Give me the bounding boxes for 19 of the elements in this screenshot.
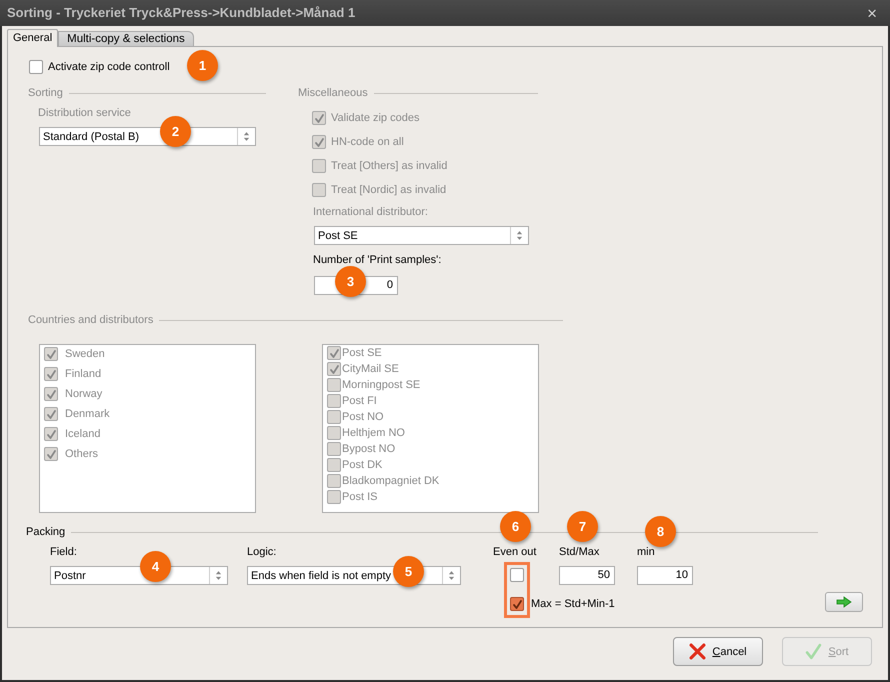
section-heading: Countries and distributors xyxy=(28,313,154,327)
section-heading: Packing xyxy=(26,525,66,539)
checkbox-label: Validate zip codes xyxy=(331,111,420,125)
checkbox-label: HN-code on all xyxy=(331,135,404,149)
field-label: min xyxy=(637,545,655,559)
field-label: Number of 'Print samples': xyxy=(313,253,442,267)
section-heading: Miscellaneous xyxy=(298,86,368,100)
field-label: Even out xyxy=(493,545,536,559)
checkbox-label: Activate zip code controll xyxy=(48,60,170,74)
checkbox-label: Treat [Nordic] as invalid xyxy=(331,183,446,197)
field-label: Std/Max xyxy=(559,545,600,559)
field-label: Field: xyxy=(50,545,77,559)
field-label: International distributor: xyxy=(313,205,428,219)
field-label: Logic: xyxy=(247,545,276,559)
checkbox-label: Max = Std+Min-1 xyxy=(531,597,615,611)
window-title: Sorting - Tryckeriet Tryck&Press->Kundbladet->Månad 1 xyxy=(7,6,356,20)
section-heading: Sorting xyxy=(28,86,63,100)
field-label: Distribution service xyxy=(38,106,131,120)
checkbox-label: Treat [Others] as invalid xyxy=(331,159,448,173)
